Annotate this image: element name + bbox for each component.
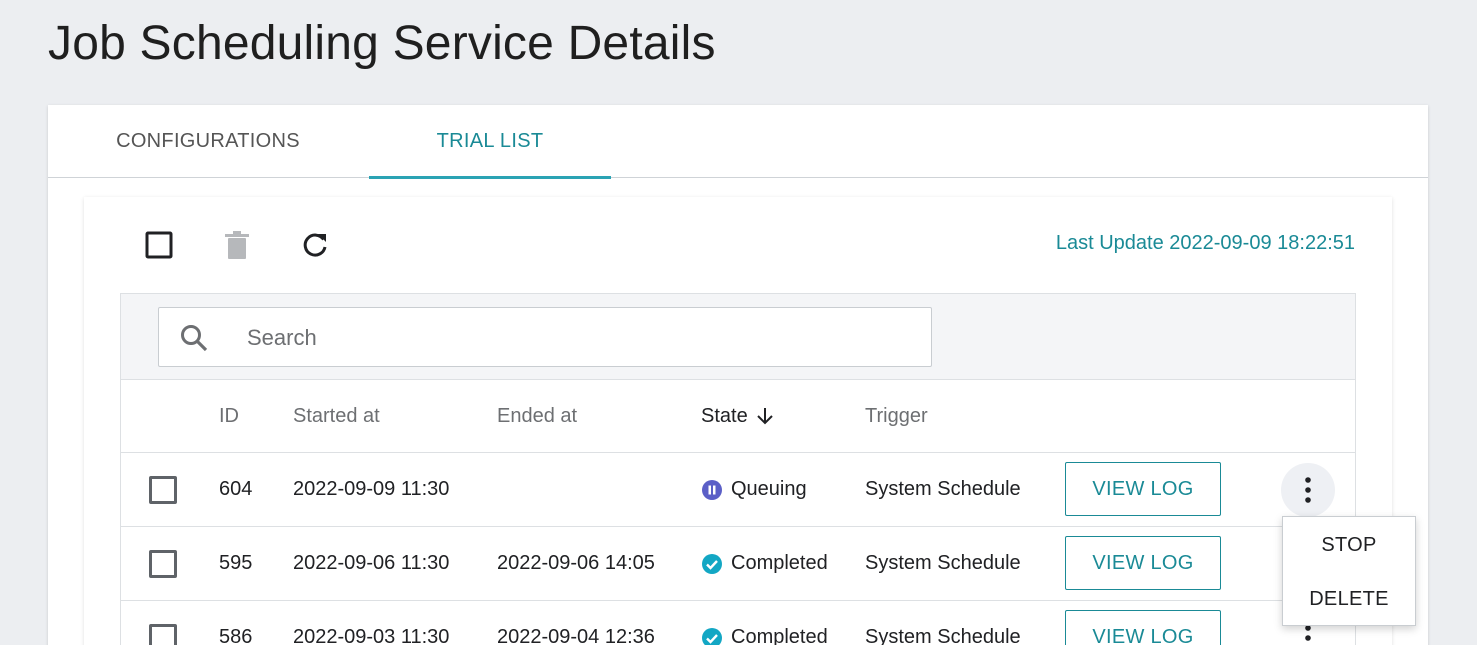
trial-list-panel: Last Update 2022-09-09 18:22:51 ID Start… bbox=[84, 197, 1392, 645]
delete-selected-button[interactable] bbox=[219, 227, 255, 263]
search-box bbox=[158, 307, 932, 367]
row-id: 604 bbox=[219, 478, 253, 500]
menu-item-stop[interactable]: STOP bbox=[1283, 517, 1415, 571]
tab-bar: CONFIGURATIONS TRIAL LIST bbox=[48, 105, 1428, 179]
row-state: Completed bbox=[701, 527, 828, 600]
refresh-icon bbox=[303, 233, 327, 257]
pause-circle-icon bbox=[702, 479, 722, 500]
check-circle-icon bbox=[702, 553, 722, 574]
view-log-button[interactable]: VIEW LOG bbox=[1065, 462, 1221, 516]
header-state-label: State bbox=[701, 405, 748, 427]
row-checkbox[interactable] bbox=[149, 550, 177, 578]
table-row: 604 2022-09-09 11:30 Queuing System Sche… bbox=[121, 453, 1355, 527]
header-trigger[interactable]: Trigger bbox=[865, 380, 928, 452]
row-started-at: 2022-09-03 11:30 bbox=[293, 626, 450, 645]
row-started-at: 2022-09-09 11:30 bbox=[293, 478, 450, 500]
row-state-label: Completed bbox=[731, 552, 828, 574]
row-actions-menu: STOP DELETE bbox=[1282, 516, 1416, 626]
row-ended-at: 2022-09-06 14:05 bbox=[497, 552, 655, 574]
details-card: CONFIGURATIONS TRIAL LIST Last Update 20… bbox=[48, 105, 1428, 645]
row-checkbox[interactable] bbox=[149, 476, 177, 504]
refresh-button[interactable] bbox=[297, 227, 333, 263]
row-state: Completed bbox=[701, 601, 828, 645]
trial-table: ID Started at Ended at State Trigger 604… bbox=[120, 293, 1356, 645]
check-circle-icon bbox=[702, 627, 722, 645]
more-vert-icon bbox=[1305, 477, 1311, 503]
row-id: 595 bbox=[219, 552, 253, 574]
header-started-at[interactable]: Started at bbox=[293, 380, 380, 452]
row-trigger: System Schedule bbox=[865, 626, 1021, 645]
table-header: ID Started at Ended at State Trigger bbox=[121, 380, 1355, 453]
row-state-label: Queuing bbox=[731, 478, 807, 500]
table-row: 586 2022-09-03 11:30 2022-09-04 12:36 Co… bbox=[121, 601, 1355, 645]
header-state[interactable]: State bbox=[701, 380, 774, 452]
menu-item-delete[interactable]: DELETE bbox=[1283, 571, 1415, 625]
row-actions-button[interactable] bbox=[1281, 463, 1335, 517]
row-state: Queuing bbox=[701, 453, 807, 526]
arrow-down-icon bbox=[756, 408, 773, 425]
search-bar bbox=[121, 294, 1355, 380]
more-vert-icon bbox=[1305, 625, 1311, 641]
search-input[interactable] bbox=[247, 322, 907, 354]
view-log-button[interactable]: VIEW LOG bbox=[1065, 610, 1221, 645]
row-checkbox[interactable] bbox=[149, 624, 177, 645]
page-title: Job Scheduling Service Details bbox=[48, 17, 716, 70]
row-ended-at: 2022-09-04 12:36 bbox=[497, 626, 655, 645]
tab-configurations[interactable]: CONFIGURATIONS bbox=[48, 105, 368, 178]
row-started-at: 2022-09-06 11:30 bbox=[293, 552, 450, 574]
select-all-checkbox[interactable] bbox=[141, 227, 177, 263]
search-icon bbox=[181, 325, 208, 352]
last-update-label: Last Update 2022-09-09 18:22:51 bbox=[1055, 232, 1355, 254]
header-ended-at[interactable]: Ended at bbox=[497, 380, 577, 452]
header-id[interactable]: ID bbox=[219, 380, 239, 452]
row-id: 586 bbox=[219, 626, 253, 645]
row-state-label: Completed bbox=[731, 626, 828, 645]
trash-icon bbox=[225, 231, 249, 259]
row-trigger: System Schedule bbox=[865, 478, 1021, 500]
tab-trial-list[interactable]: TRIAL LIST bbox=[369, 105, 611, 179]
view-log-button[interactable]: VIEW LOG bbox=[1065, 536, 1221, 590]
row-trigger: System Schedule bbox=[865, 552, 1021, 574]
table-row: 595 2022-09-06 11:30 2022-09-06 14:05 Co… bbox=[121, 527, 1355, 601]
checkbox-icon bbox=[145, 231, 173, 259]
